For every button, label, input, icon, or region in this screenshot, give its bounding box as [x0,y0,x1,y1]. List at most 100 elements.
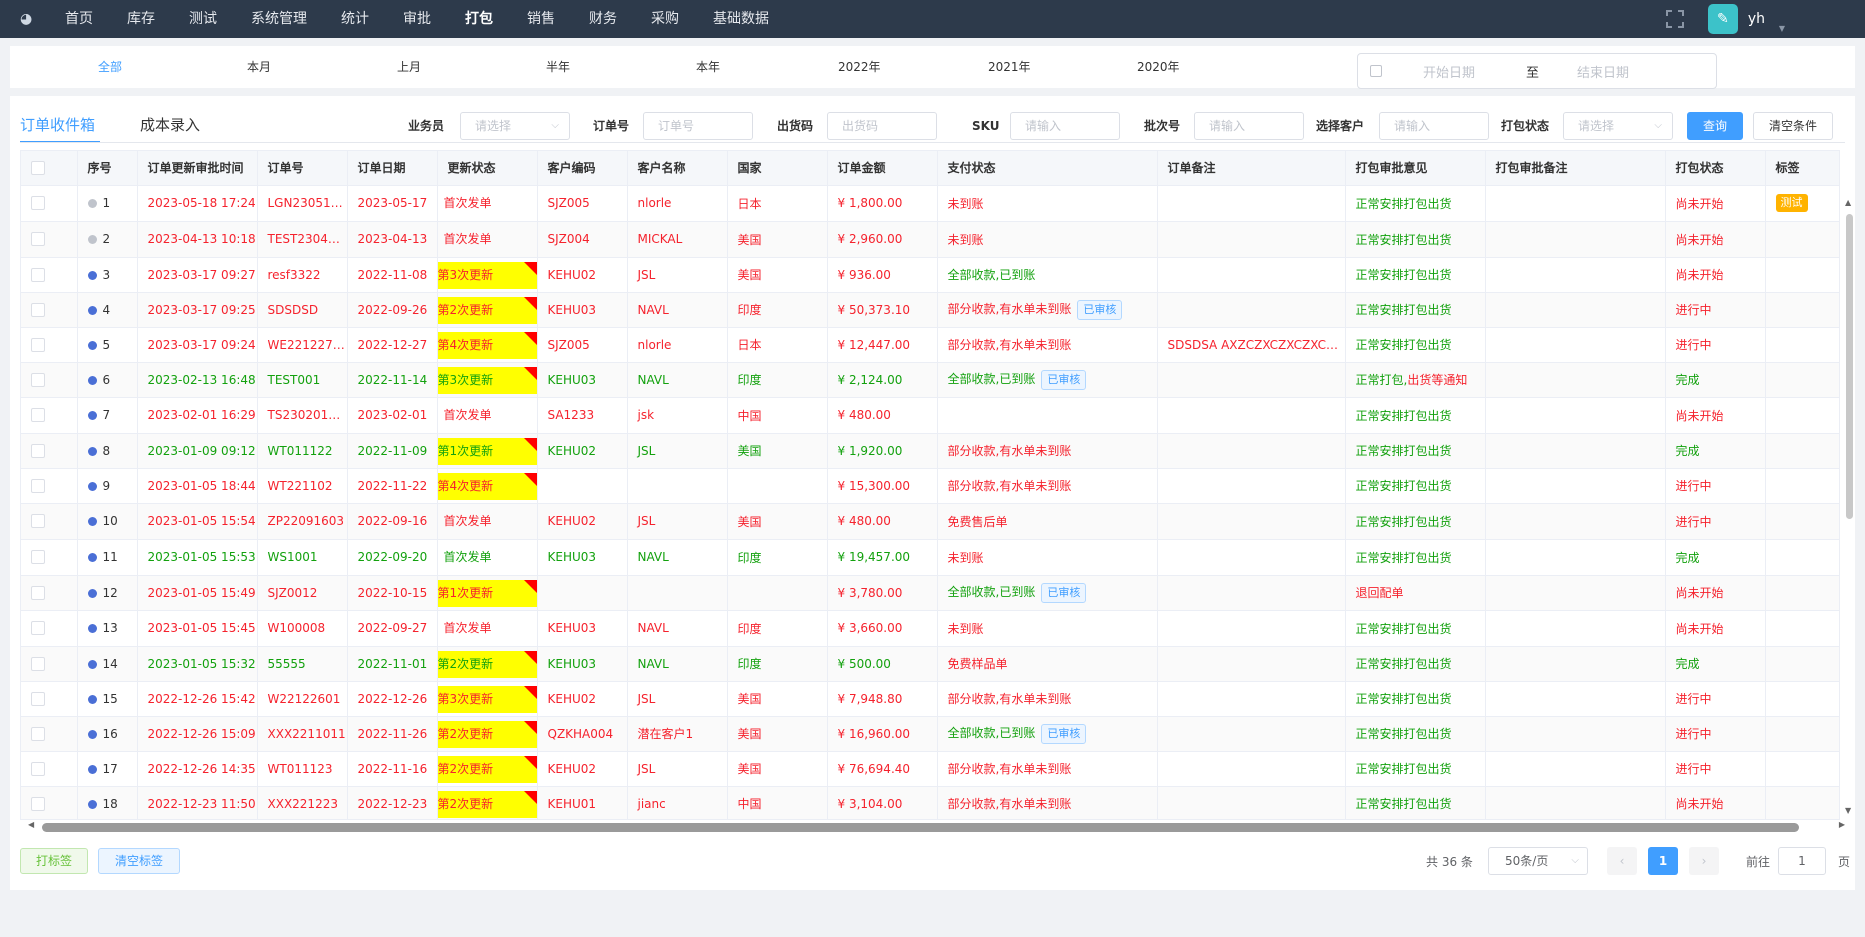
order-no-cell[interactable]: SDSDSD [257,292,348,328]
checkbox[interactable] [31,196,45,211]
period-this-year[interactable]: 本年 [696,46,720,88]
scroll-up-icon[interactable]: ▲ [1845,198,1851,207]
table-row[interactable]: 4 2023-03-17 09:25 SDSDSD 2022-09-26 第2次更新 KE… [21,292,1839,328]
table-row[interactable]: 12 2023-01-05 15:49 SJZ0012 2022-10-15 第1次更新… [21,575,1839,611]
tab-order-inbox[interactable]: 订单收件箱 [20,108,95,142]
customer-input[interactable]: 请输入 [1379,112,1489,140]
user-name[interactable]: yh [1748,11,1765,27]
row-checkbox[interactable] [21,327,78,363]
checkbox[interactable] [31,585,45,600]
nav-item[interactable]: 基础数据 [696,0,786,38]
checkbox[interactable] [31,302,45,317]
table-row[interactable]: 9 2023-01-05 18:44 WT221102 2022-11-22 第4次更新… [21,468,1839,504]
order-no-cell[interactable]: TEST001 [257,362,348,398]
order-no-cell[interactable]: TEST2304130001 [257,221,348,258]
caret-down-icon[interactable]: ▼ [1779,24,1785,33]
checkbox[interactable] [31,726,45,741]
page-size-select[interactable]: 50条/页 ⌵ [1488,847,1588,875]
checkbox[interactable] [31,550,45,565]
date-range-picker[interactable]: 开始日期 至 结束日期 [1357,53,1717,89]
row-checkbox[interactable] [21,257,78,293]
nav-item[interactable]: 测试 [172,0,234,38]
row-checkbox[interactable] [21,539,78,576]
checkbox[interactable] [31,443,45,458]
row-checkbox[interactable] [21,716,78,752]
checkbox[interactable] [31,267,45,282]
checkbox[interactable] [31,372,45,387]
period-last-month[interactable]: 上月 [397,46,421,88]
table-row[interactable]: 18 2022-12-23 11:50 XXX221223 2022-12-23 第2次… [21,786,1839,819]
scroll-down-icon[interactable]: ▼ [1845,806,1851,815]
prev-page-button[interactable]: ‹ [1607,847,1637,875]
row-checkbox[interactable] [21,221,78,258]
tab-cost-entry[interactable]: 成本录入 [140,108,200,142]
nav-item[interactable]: 系统管理 [234,0,324,38]
clear-tags-button[interactable]: 清空标签 [98,848,180,874]
row-checkbox[interactable] [21,575,78,611]
table-row[interactable]: 7 2023-02-01 16:29 TS230201001 2023-02-01 首次… [21,397,1839,434]
table-row[interactable]: 15 2022-12-26 15:42 W22122601 2022-12-26 第3次… [21,681,1839,717]
checkbox[interactable] [31,232,45,247]
row-checkbox[interactable] [21,362,78,398]
table-row[interactable]: 8 2023-01-09 09:12 WT011122 2022-11-09 第1次更新… [21,433,1839,469]
order-no-cell[interactable]: WS1001 [257,539,348,576]
row-checkbox[interactable] [21,751,78,787]
order-no-cell[interactable]: 55555 [257,646,348,682]
table-row[interactable]: 1 2023-05-18 17:24 LGN2305170001 2023-05-17… [21,185,1839,222]
period-2020[interactable]: 2020年 [1137,46,1180,88]
query-button[interactable]: 查询 [1687,112,1743,140]
horizontal-scroll-thumb[interactable] [42,823,1799,832]
salesman-select[interactable]: 请选择 ⌵ [460,112,570,140]
order-no-cell[interactable]: SJZ0012 [257,575,348,611]
page-number-1[interactable]: 1 [1648,847,1678,875]
clear-filters-button[interactable]: 清空条件 [1753,112,1833,140]
fullscreen-icon[interactable] [1665,10,1684,28]
checkbox[interactable] [31,656,45,671]
order-no-cell[interactable]: resf3322 [257,257,348,293]
row-checkbox[interactable] [21,433,78,469]
checkbox[interactable] [31,621,45,636]
row-checkbox[interactable] [21,185,78,222]
row-checkbox[interactable] [21,610,78,647]
nav-item[interactable]: 首页 [48,0,110,38]
nav-item[interactable]: 财务 [572,0,634,38]
scroll-right-icon[interactable]: ▶ [1839,820,1845,829]
horizontal-scrollbar[interactable]: ◀ ▶ [20,820,1845,834]
shipment-code-input[interactable]: 出货码 [827,112,937,140]
order-no-cell[interactable]: XXX221223 [257,786,348,819]
table-row[interactable]: 11 2023-01-05 15:53 WS1001 2022-09-20 首次发单 KE… [21,539,1839,576]
period-half-year[interactable]: 半年 [546,46,570,88]
table-row[interactable]: 5 2023-03-17 09:24 WE22122702 2022-12-27 第4次… [21,327,1839,363]
row-checkbox[interactable] [21,468,78,504]
table-row[interactable]: 6 2023-02-13 16:48 TEST001 2022-11-14 第3次更新 K… [21,362,1839,398]
end-date-input[interactable]: 结束日期 [1577,62,1629,81]
nav-item[interactable]: 统计 [324,0,386,38]
next-page-button[interactable]: › [1689,847,1719,875]
row-checkbox[interactable] [21,681,78,717]
pack-status-select[interactable]: 请选择 ⌵ [1563,112,1673,140]
period-all[interactable]: 全部 [98,46,122,88]
order-no-cell[interactable]: ZP22091603 [257,503,348,540]
checkbox[interactable] [31,761,45,776]
sku-input[interactable]: 请输入 [1010,112,1120,140]
checkbox[interactable] [31,691,45,706]
row-checkbox[interactable] [21,397,78,434]
period-this-month[interactable]: 本月 [247,46,271,88]
table-row[interactable]: 16 2022-12-26 15:09 XXX2211011 2022-11-26 第2… [21,716,1839,752]
vertical-scroll-thumb[interactable] [1846,214,1853,519]
nav-item[interactable]: 库存 [110,0,172,38]
checkbox[interactable] [31,408,45,423]
nav-item[interactable]: 销售 [510,0,572,38]
avatar[interactable]: ✎ [1707,4,1738,34]
checkbox[interactable] [31,478,45,493]
table-row[interactable]: 17 2022-12-26 14:35 WT011123 2022-11-16 第2次更… [21,751,1839,787]
table-row[interactable]: 13 2023-01-05 15:45 W100008 2022-09-27 首次发单 K… [21,610,1839,647]
table-row[interactable]: 2 2023-04-13 10:18 TEST2304130001 2023-04-1… [21,221,1839,258]
order-no-input[interactable]: 订单号 [643,112,753,140]
checkbox[interactable] [31,796,45,811]
order-no-cell[interactable]: TS230201001 [257,397,348,434]
vertical-scrollbar[interactable]: ▲ ▼ [1844,150,1854,820]
period-2021[interactable]: 2021年 [988,46,1031,88]
nav-item[interactable]: 审批 [386,0,448,38]
checkbox[interactable] [31,337,45,352]
